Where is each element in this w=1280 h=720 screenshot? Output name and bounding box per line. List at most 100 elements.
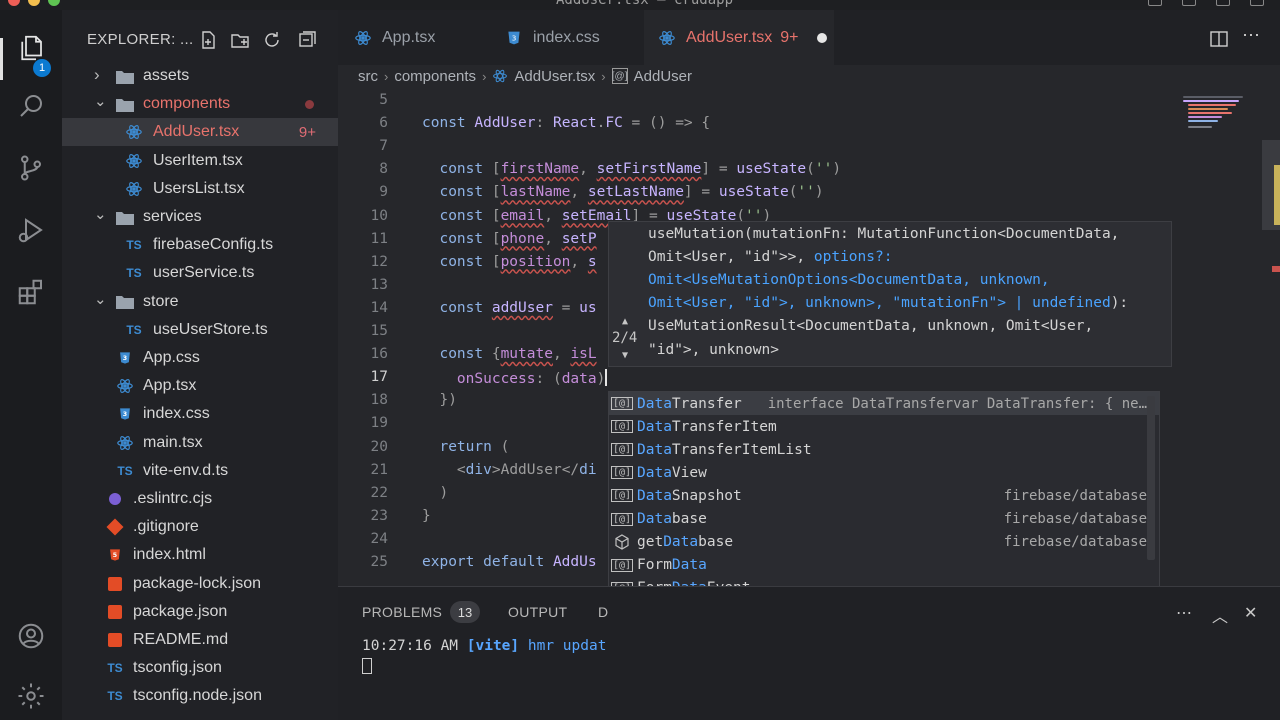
tree-file-useritem-tsx[interactable]: UserItem.tsx	[62, 147, 338, 175]
chevron-down-icon[interactable]: ⌄	[94, 290, 107, 308]
tree-file-gitignore[interactable]: .gitignore	[62, 513, 338, 541]
close-panel-icon[interactable]: ✕	[1244, 603, 1257, 623]
code-line[interactable]: 9 const [lastName, setLastName] = useSta…	[338, 184, 1180, 207]
customize-layout-button[interactable]	[1250, 0, 1264, 6]
tab-problems[interactable]: PROBLEMS	[362, 604, 442, 620]
tree-file-eslintrc-cjs[interactable]: .eslintrc.cjs	[62, 485, 338, 513]
chevron-right-icon[interactable]: ›	[94, 65, 100, 85]
tree-item-label: main.tsx	[143, 433, 203, 451]
tree-file-index-css[interactable]: 3 index.css	[62, 400, 338, 428]
chevron-down-icon[interactable]: ⌄	[94, 92, 107, 110]
collapse-all-icon[interactable]	[297, 30, 317, 50]
tree-file-firebaseconfig-ts[interactable]: TS firebaseConfig.ts	[62, 231, 338, 259]
chevron-down-icon[interactable]: ▼	[622, 350, 628, 361]
code-line[interactable]: 17 onSuccess: (data)	[338, 369, 1180, 392]
chevron-down-icon[interactable]: ⌄	[94, 205, 107, 223]
suggestion-item[interactable]: [@] DataTransfer interface DataTransfervar…	[609, 392, 1159, 415]
source-control-icon[interactable]	[13, 150, 49, 186]
line-source: onSuccess: (data)	[422, 369, 608, 388]
tree-file-app-css[interactable]: 3 App.css	[62, 344, 338, 372]
settings-gear-icon[interactable]	[13, 678, 49, 714]
suggestion-item[interactable]: [@] DataTransferItemList	[609, 438, 1159, 461]
tree-folder-components[interactable]: ⌄ components	[62, 90, 338, 118]
breadcrumb-src[interactable]: src	[358, 68, 378, 85]
symbol-variable-icon: [@]	[610, 443, 634, 457]
tree-file-userservice-ts[interactable]: TS userService.ts	[62, 259, 338, 287]
text-cursor	[605, 369, 608, 387]
code-line[interactable]: 5	[338, 92, 1180, 115]
maximize-panel-icon[interactable]: ︿	[1212, 603, 1228, 627]
minimize-window-button[interactable]	[28, 0, 40, 6]
more-actions-icon[interactable]: ⋯	[1242, 25, 1260, 46]
tab-app-tsx[interactable]: App.tsx	[338, 10, 489, 65]
tree-file-tsconfig-node-json[interactable]: TS tsconfig.node.json	[62, 682, 338, 710]
tree-file-userslist-tsx[interactable]: UsersList.tsx	[62, 175, 338, 203]
tree-file-app-tsx[interactable]: App.tsx	[62, 372, 338, 400]
code-line[interactable]: 8 const [firstName, setFirstName] = useS…	[338, 161, 1180, 184]
tree-file-vite-env-d-ts[interactable]: TS vite-env.d.ts	[62, 457, 338, 485]
line-number: 12	[370, 253, 388, 270]
toggle-sidebar-button[interactable]	[1148, 0, 1162, 6]
new-folder-icon[interactable]	[230, 30, 250, 50]
close-window-button[interactable]	[8, 0, 20, 6]
tab-label: App.tsx	[382, 28, 436, 46]
code-line[interactable]: 6 const AddUser: React.FC = () => {	[338, 115, 1180, 138]
tab-label: index.css	[533, 28, 600, 46]
eslint-icon	[106, 491, 124, 507]
tab-output[interactable]: OUTPUT	[508, 604, 567, 620]
breadcrumb-file[interactable]: AddUser.tsx	[514, 68, 595, 85]
line-source: <div>AddUser</di	[422, 461, 597, 478]
breadcrumb-symbol[interactable]: AddUser	[634, 68, 692, 85]
tab-debug-console[interactable]: D	[598, 604, 608, 620]
breadcrumb-components[interactable]: components	[394, 68, 476, 85]
tree-item-label: index.html	[133, 546, 206, 564]
tree-file-package-lock-json[interactable]: package-lock.json	[62, 570, 338, 598]
tree-folder-store[interactable]: ⌄ store	[62, 288, 338, 316]
suggest-scrollbar[interactable]	[1147, 396, 1155, 560]
refresh-icon[interactable]	[262, 30, 282, 50]
suggestion-item[interactable]: getDatabase firebase/database	[609, 531, 1159, 554]
react-icon	[125, 153, 143, 169]
tree-item-label: .gitignore	[133, 518, 199, 536]
tree-item-label: userService.ts	[153, 264, 255, 282]
tree-item-label: components	[143, 95, 231, 113]
tab-bar: App.tsx 3 index.css AddUser.tsx 9+ ⋯	[338, 10, 1280, 65]
chevron-up-icon[interactable]: ▲	[622, 316, 628, 327]
code-line[interactable]: 7	[338, 138, 1180, 161]
tree-folder-assets[interactable]: › assets	[62, 62, 338, 90]
toggle-secondary-sidebar-button[interactable]	[1216, 0, 1230, 6]
line-source: const [phone, setP	[422, 230, 597, 247]
tree-folder-services[interactable]: ⌄ services	[62, 203, 338, 231]
more-actions-icon[interactable]: ⋯	[1176, 603, 1192, 623]
extensions-icon[interactable]	[13, 274, 49, 310]
split-editor-icon[interactable]	[1210, 31, 1228, 47]
new-file-icon[interactable]	[198, 30, 218, 50]
warning-marker	[1274, 165, 1280, 225]
toggle-panel-button[interactable]	[1182, 0, 1196, 6]
suggestion-item[interactable]: [@] DataSnapshot firebase/database	[609, 484, 1159, 507]
account-icon[interactable]	[13, 618, 49, 654]
suggestion-item[interactable]: [@] DataView	[609, 461, 1159, 484]
tree-file-main-tsx[interactable]: main.tsx	[62, 429, 338, 457]
tab-adduser-tsx[interactable]: AddUser.tsx 9+	[644, 10, 834, 65]
tree-file-readme-md[interactable]: README.md	[62, 626, 338, 654]
tree-file-useuserstore-ts[interactable]: TS useUserStore.ts	[62, 316, 338, 344]
suggestion-item[interactable]: [@] Database firebase/database	[609, 508, 1159, 531]
tree-file-adduser-tsx[interactable]: AddUser.tsx 9+	[62, 118, 338, 147]
search-icon[interactable]	[13, 88, 49, 124]
tree-file-index-html[interactable]: 5 index.html	[62, 541, 338, 569]
tree-item-label: useUserStore.ts	[153, 320, 268, 338]
activity-bar: 1	[0, 10, 62, 720]
line-number: 8	[379, 161, 388, 178]
problems-count-badge: 13	[450, 601, 480, 623]
unsaved-dot-icon[interactable]	[816, 32, 827, 43]
tab-index-css[interactable]: 3 index.css	[493, 10, 643, 65]
bottom-panel: PROBLEMS 13 OUTPUT D ⋯ ︿ ✕ 10:27:16 AM […	[338, 586, 1280, 720]
suggestion-item[interactable]: [@] FormData	[609, 554, 1159, 577]
zoom-window-button[interactable]	[48, 0, 60, 6]
run-debug-icon[interactable]	[13, 212, 49, 248]
tree-file-package-json[interactable]: package.json	[62, 598, 338, 626]
error-marker	[1272, 266, 1280, 272]
suggestion-item[interactable]: [@] DataTransferItem	[609, 415, 1159, 438]
tree-file-tsconfig-json[interactable]: TS tsconfig.json	[62, 654, 338, 682]
